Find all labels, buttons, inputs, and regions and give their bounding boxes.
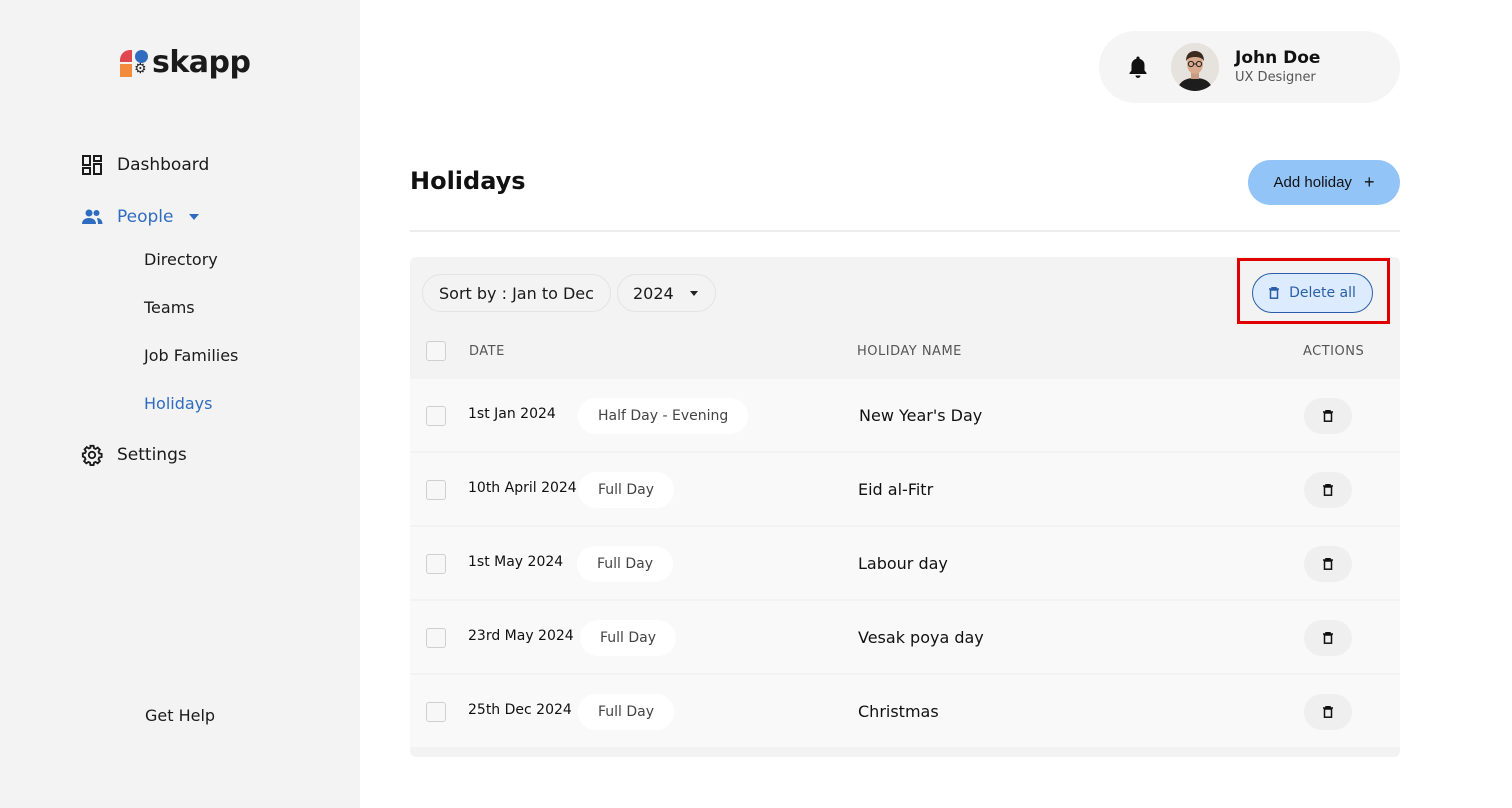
sidebar-item-dashboard[interactable]: Dashboard: [81, 154, 209, 176]
dashboard-icon: [81, 154, 103, 176]
sidebar-item-label: Settings: [117, 445, 187, 465]
trash-icon: [1323, 484, 1333, 496]
holiday-date: 1st Jan 2024: [468, 406, 556, 422]
sidebar-item-people[interactable]: People: [81, 206, 200, 228]
holiday-name: Vesak poya day: [858, 628, 984, 647]
row-checkbox[interactable]: [426, 628, 446, 648]
delete-all-label: Delete all: [1289, 285, 1356, 301]
delete-row-button[interactable]: [1304, 398, 1352, 434]
plus-icon: +: [1363, 172, 1375, 192]
table-header: DATE HOLIDAY NAME ACTIONS: [410, 329, 1400, 379]
divider: [410, 230, 1400, 232]
delete-row-button[interactable]: [1304, 694, 1352, 730]
row-checkbox[interactable]: [426, 406, 446, 426]
delete-row-button[interactable]: [1304, 620, 1352, 656]
holiday-name: Christmas: [858, 702, 939, 721]
holiday-name: Labour day: [858, 554, 948, 573]
sidebar-item-label: People: [117, 207, 174, 227]
user-profile-card[interactable]: John Doe UX Designer: [1099, 31, 1400, 103]
avatar: [1171, 43, 1219, 91]
holiday-name: Eid al-Fitr: [858, 480, 934, 499]
trash-icon: [1323, 706, 1333, 718]
trash-icon: [1323, 558, 1333, 570]
row-checkbox[interactable]: [426, 702, 446, 722]
select-all-checkbox[interactable]: [426, 341, 446, 361]
holiday-type-badge: Full Day: [577, 546, 674, 582]
row-checkbox[interactable]: [426, 554, 446, 574]
trash-icon: [1323, 410, 1333, 422]
delete-row-button[interactable]: [1304, 546, 1352, 582]
people-icon: [81, 206, 103, 228]
holiday-date: 1st May 2024: [468, 554, 564, 570]
holiday-type-badge: Full Day: [580, 620, 677, 656]
holiday-date: 10th April 2024: [468, 480, 577, 496]
get-help-link[interactable]: Get Help: [145, 706, 215, 725]
holiday-date: 25th Dec 2024: [468, 702, 572, 718]
column-header-date: DATE: [469, 344, 505, 359]
year-value: 2024: [633, 283, 674, 303]
sidebar: ⚙ skapp Dashboard People Directory Teams…: [0, 0, 360, 808]
sidebar-item-label: Dashboard: [117, 155, 210, 175]
page-title: Holidays: [410, 167, 526, 195]
table-row: 1st May 2024 Full Day Labour day: [410, 527, 1400, 599]
table-row: 23rd May 2024 Full Day Vesak poya day: [410, 601, 1400, 673]
holidays-table: Sort by : Jan to Dec 2024 Delete all DAT…: [410, 257, 1400, 757]
delete-all-button[interactable]: Delete all: [1252, 273, 1373, 313]
chevron-down-icon: [689, 290, 698, 296]
skapp-logo-icon: ⚙: [120, 48, 150, 78]
bell-icon[interactable]: [1127, 55, 1149, 79]
table-row: 1st Jan 2024 Half Day - Evening New Year…: [410, 379, 1400, 451]
sidebar-subitem-holidays[interactable]: Holidays: [144, 394, 212, 413]
holiday-type-badge: Full Day: [578, 472, 675, 508]
gear-icon: [81, 444, 103, 466]
holiday-date: 23rd May 2024: [468, 628, 574, 644]
sidebar-subitem-job-families[interactable]: Job Families: [144, 346, 238, 365]
sidebar-item-settings[interactable]: Settings: [81, 444, 187, 466]
sidebar-subitem-teams[interactable]: Teams: [144, 298, 195, 317]
delete-row-button[interactable]: [1304, 472, 1352, 508]
column-header-holiday-name: HOLIDAY NAME: [857, 344, 962, 359]
holiday-name: New Year's Day: [859, 406, 983, 425]
add-holiday-label: Add holiday: [1273, 174, 1352, 191]
sort-dropdown[interactable]: Sort by : Jan to Dec: [422, 274, 611, 312]
sidebar-subitem-directory[interactable]: Directory: [144, 250, 218, 269]
logo[interactable]: ⚙ skapp: [120, 48, 251, 78]
row-checkbox[interactable]: [426, 480, 446, 500]
add-holiday-button[interactable]: Add holiday +: [1248, 160, 1400, 205]
year-select[interactable]: 2024: [617, 274, 716, 312]
logo-text: skapp: [152, 45, 251, 80]
user-name: John Doe: [1235, 48, 1321, 68]
column-header-actions: ACTIONS: [1303, 344, 1365, 359]
table-row: 10th April 2024 Full Day Eid al-Fitr: [410, 453, 1400, 525]
holiday-type-badge: Full Day: [578, 694, 675, 730]
table-row: 25th Dec 2024 Full Day Christmas: [410, 675, 1400, 747]
user-role: UX Designer: [1235, 70, 1316, 85]
chevron-down-icon: [189, 214, 200, 220]
trash-icon: [1323, 632, 1333, 644]
holiday-type-badge: Half Day - Evening: [578, 398, 749, 434]
trash-icon: [1269, 287, 1280, 299]
